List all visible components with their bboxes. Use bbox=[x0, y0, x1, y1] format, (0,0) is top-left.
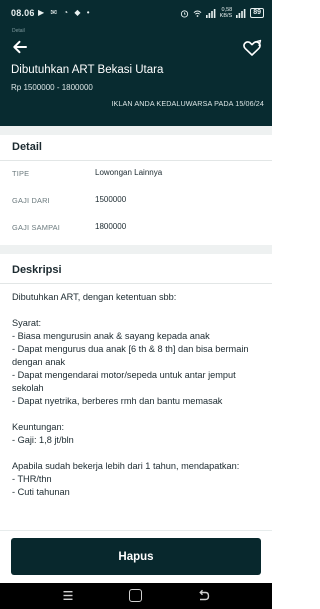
status-time: 08.06 bbox=[11, 8, 35, 18]
battery-icon: 89 bbox=[250, 8, 264, 18]
screen: 08.06 ▶ ✉ ◔ ◆ • 0,58 KB/S 89 Detail Dibu… bbox=[0, 0, 272, 609]
description-heading: Deskripsi bbox=[12, 264, 62, 276]
description-line: - Cuti tahunan bbox=[12, 487, 70, 497]
heart-share-icon[interactable] bbox=[242, 38, 262, 58]
detail-value-salary-from: 1500000 bbox=[95, 195, 127, 204]
description-line bbox=[12, 447, 264, 460]
description-line bbox=[12, 304, 264, 317]
back-arrow-icon[interactable] bbox=[10, 37, 30, 57]
recents-icon[interactable] bbox=[63, 590, 73, 601]
description-line: - Biasa mengurusin anak & sayang kepada … bbox=[12, 331, 210, 341]
back-nav-icon[interactable] bbox=[197, 589, 210, 602]
expiry-notice: IKLAN ANDA KEDALUWARSA PADA 15/06/24 bbox=[111, 99, 264, 108]
description-line: Keuntungan: bbox=[12, 422, 65, 432]
signal-icon-2 bbox=[236, 8, 246, 18]
data-speed-unit: KB/S bbox=[219, 13, 233, 19]
description-line: - Dapat mengurus dua anak [6 th & 8 th] … bbox=[12, 344, 249, 367]
detail-heading: Detail bbox=[12, 141, 42, 153]
description-line: - Gaji: 1,8 jt/bln bbox=[12, 435, 74, 445]
alarm-icon bbox=[180, 9, 188, 18]
header: 08.06 ▶ ✉ ◔ ◆ • 0,58 KB/S 89 Detail Dibu… bbox=[0, 0, 272, 126]
home-icon[interactable] bbox=[129, 589, 142, 602]
listing-salary: Rp 1500000 - 1800000 bbox=[11, 83, 93, 92]
status-right: 0,58 KB/S 89 bbox=[180, 7, 264, 19]
wifi-icon bbox=[193, 10, 202, 17]
description-line: Dibutuhkan ART, dengan ketentuan sbb: bbox=[12, 292, 177, 302]
description-rule bbox=[0, 283, 272, 284]
status-bar: 08.06 ▶ ✉ ◔ ◆ • 0,58 KB/S 89 bbox=[0, 0, 272, 26]
section-divider bbox=[0, 126, 272, 135]
description-line: - THR/thn bbox=[12, 474, 52, 484]
data-speed: 0,58 KB/S bbox=[220, 7, 233, 19]
description-line: - Dapat mengendarai motor/sepeda untuk a… bbox=[12, 370, 236, 393]
description-line: Syarat: bbox=[12, 318, 42, 328]
detail-label-salary-from: GAJI DARI bbox=[12, 196, 50, 205]
description-line bbox=[12, 408, 264, 421]
system-nav-bar bbox=[0, 583, 272, 609]
detail-value-type: Lowongan Lainnya bbox=[95, 168, 163, 177]
description-body: Dibutuhkan ART, dengan ketentuan sbb: Sy… bbox=[12, 291, 264, 499]
description-line: Apabila sudah bekerja lebih dari 1 tahun… bbox=[12, 461, 240, 471]
detail-label-salary-to: GAJI SAMPAI bbox=[12, 223, 61, 232]
delete-button[interactable]: Hapus bbox=[11, 538, 261, 575]
signal-icon bbox=[205, 8, 216, 18]
detail-value-salary-to: 1800000 bbox=[95, 222, 127, 231]
description-line: - Dapat nyetrika, berberes rmh dan bantu… bbox=[12, 396, 223, 406]
listing-title: Dibutuhkan ART Bekasi Utara bbox=[11, 64, 164, 76]
detail-rule bbox=[0, 160, 272, 161]
app-bar-label: Detail bbox=[12, 28, 25, 34]
detail-label-type: TIPE bbox=[12, 169, 30, 178]
section-divider-2 bbox=[0, 245, 272, 254]
notification-icons: ▶ ✉ ◔ ◆ • bbox=[38, 8, 92, 17]
